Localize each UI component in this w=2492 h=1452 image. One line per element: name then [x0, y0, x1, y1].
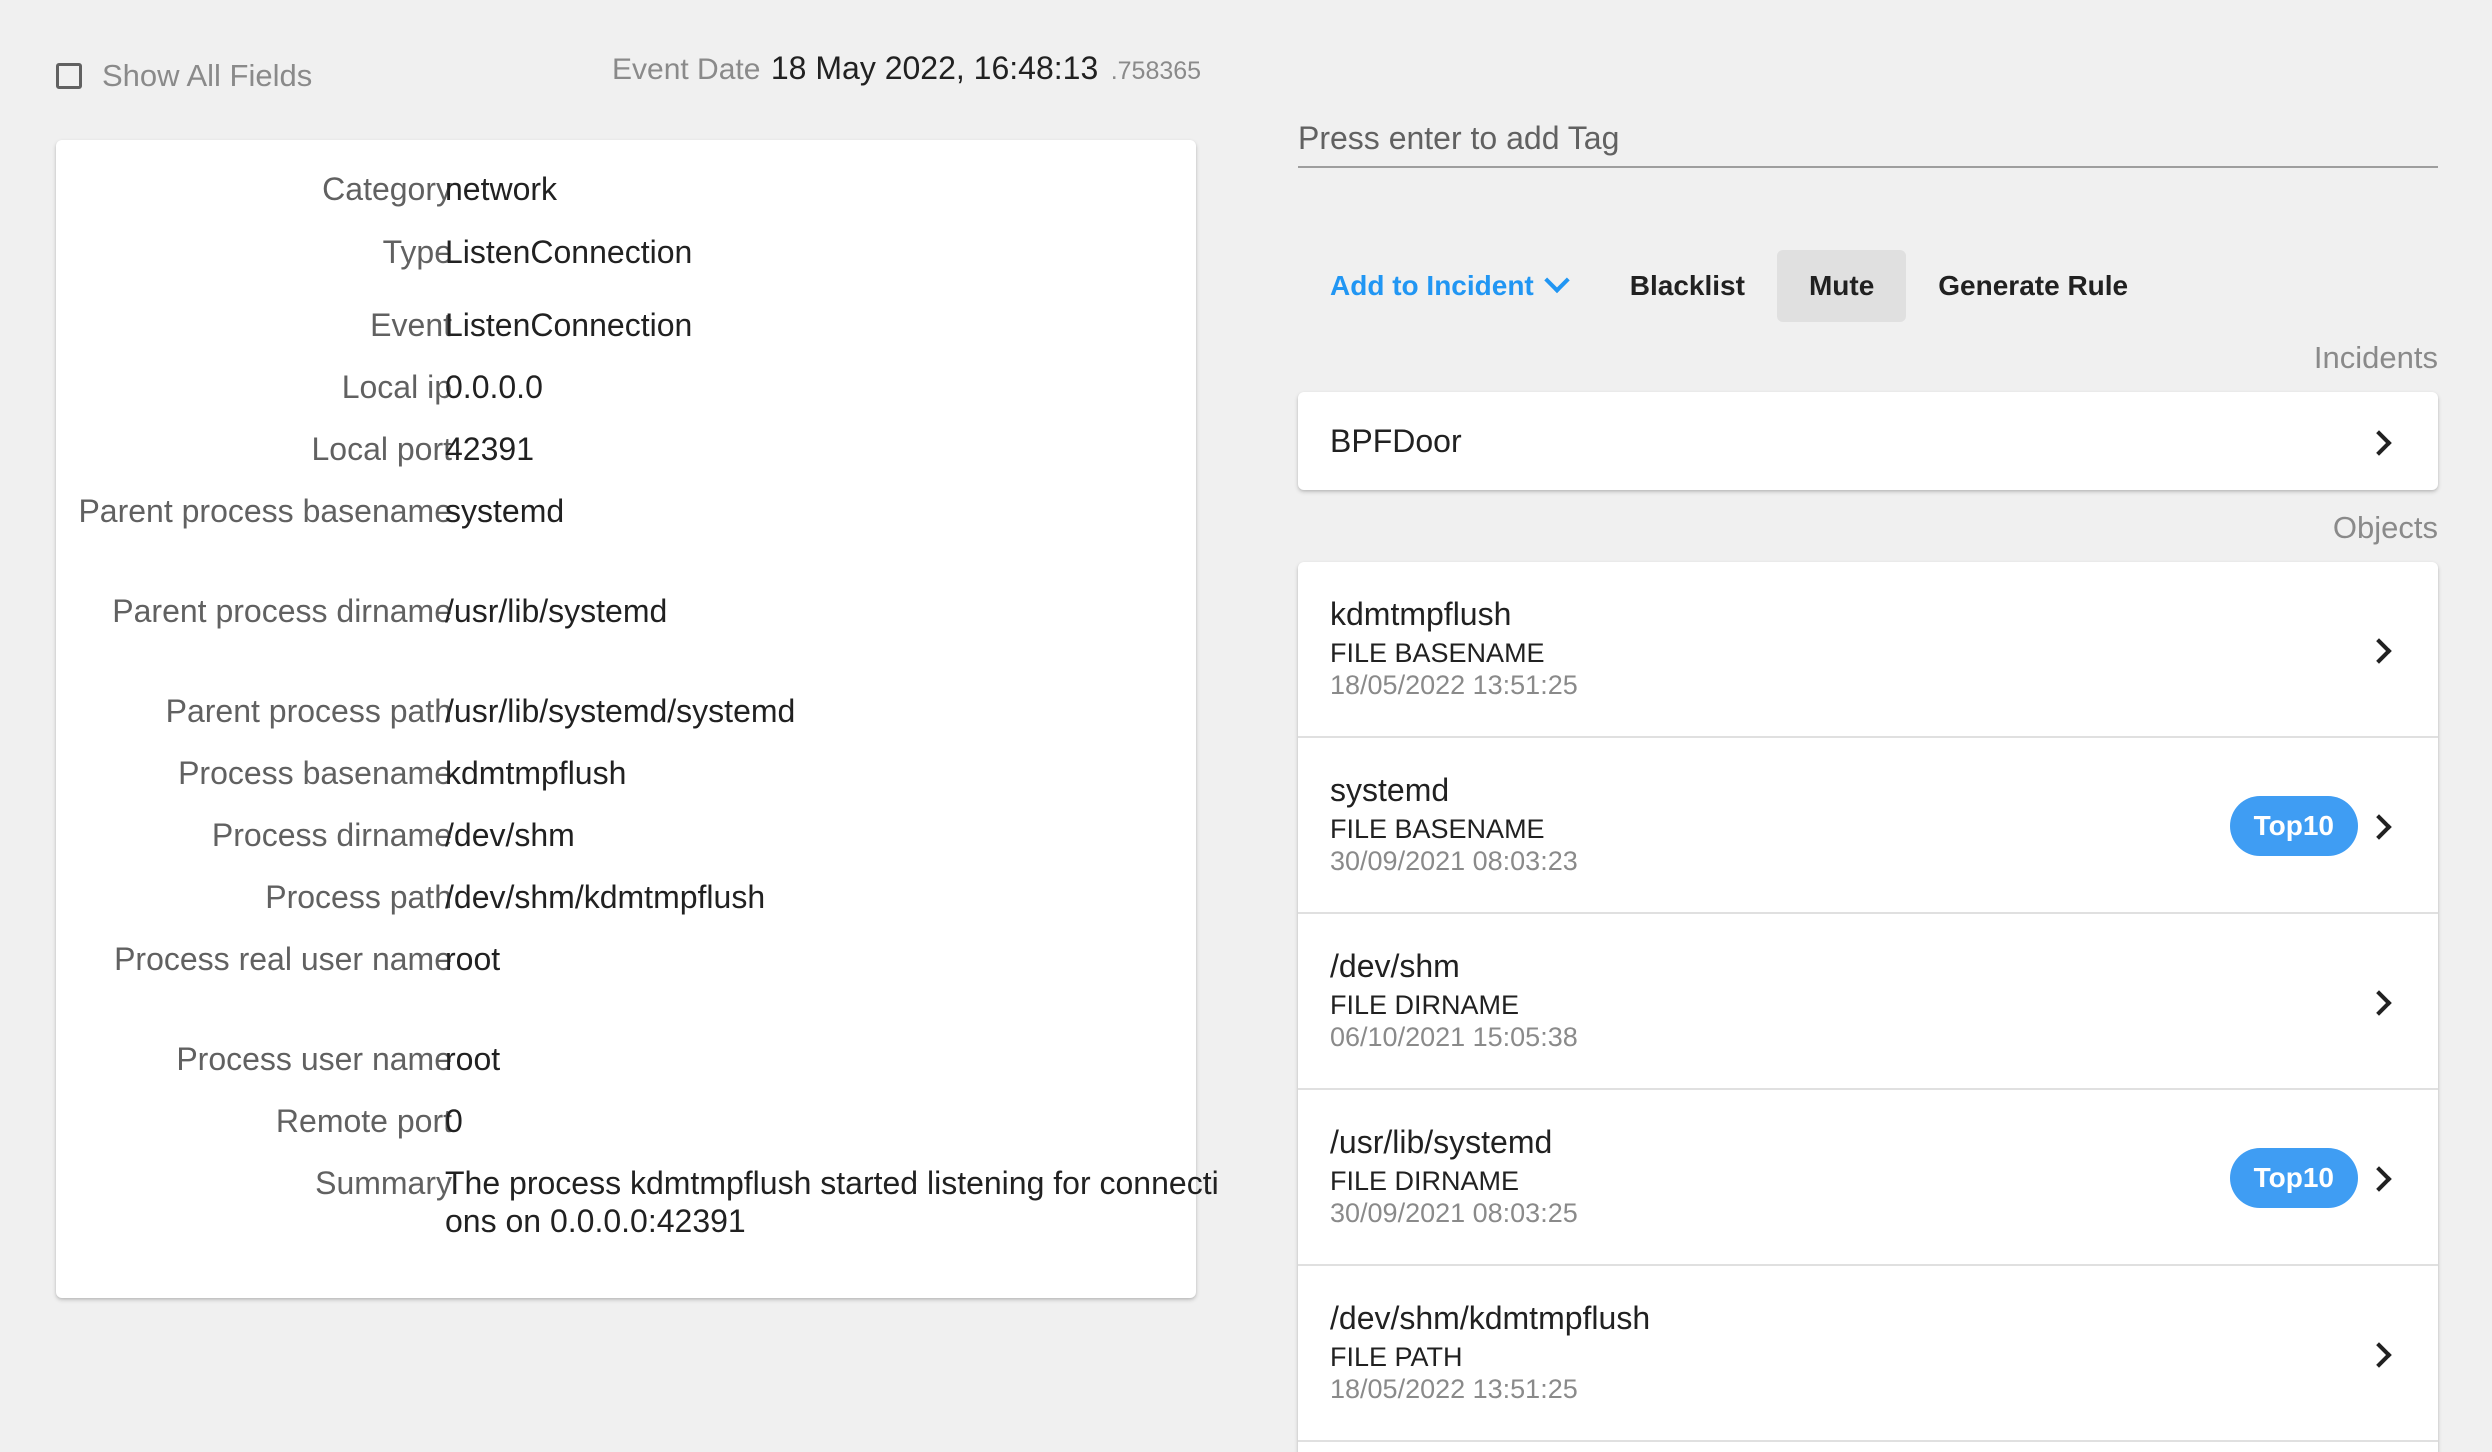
field-label: Parent process basename [78, 493, 452, 529]
add-to-incident-button[interactable]: Add to Incident [1298, 250, 1598, 322]
field-label: Process path [265, 879, 452, 915]
field-value: /usr/lib/systemd [445, 593, 668, 629]
field-value: /dev/shm [445, 817, 575, 853]
top10-badge: Top10 [2229, 1148, 2358, 1208]
field-value: /dev/shm/kdmtmpflush [445, 879, 766, 915]
event-fields-card: Category network Type ListenConnection E… [56, 140, 1219, 1298]
field-value: network [445, 171, 558, 207]
show-all-fields-toggle[interactable]: Show All Fields [56, 58, 312, 94]
object-date: 18/05/2022 13:51:25 [1330, 1374, 1578, 1404]
event-details-page: Show All Fields Event Date 18 May 2022, … [0, 0, 2492, 1452]
incident-item[interactable]: BPFDoor [1298, 392, 2438, 490]
chevron-right-icon [2366, 814, 2392, 840]
objects-section-title: Objects [2332, 510, 2438, 545]
add-tag-input[interactable] [1298, 110, 2438, 168]
object-name: /dev/shm [1330, 948, 1460, 984]
chevron-right-icon [2366, 1342, 2392, 1368]
top10-badge: Top10 [2229, 796, 2358, 856]
field-value: ListenConnection [445, 234, 693, 270]
show-all-fields-checkbox[interactable] [56, 63, 82, 89]
object-date: 06/10/2021 15:05:38 [1330, 1022, 1578, 1052]
object-date: 30/09/2021 08:03:23 [1330, 846, 1578, 876]
field-value: 42391 [445, 431, 534, 467]
field-value: systemd [445, 493, 565, 529]
object-type: FILE BASENAME [1330, 638, 1545, 668]
object-item[interactable]: systemd FILE BASENAME 30/09/2021 08:03:2… [1298, 738, 2438, 914]
event-date-label: Event Date [612, 53, 761, 86]
show-all-fields-label: Show All Fields [102, 58, 313, 93]
object-item[interactable]: /dev/shm/kdmtmpflush FILE PATH 18/05/202… [1298, 1266, 2438, 1442]
incidents-section-title: Incidents [2313, 340, 2438, 375]
objects-list: kdmtmpflush FILE BASENAME 18/05/2022 13:… [1298, 562, 2438, 1452]
field-label: Event [370, 307, 452, 343]
field-value: The process kdmtmpflush started listenin… [445, 1165, 1219, 1239]
field-label: Local ip [341, 369, 452, 405]
chevron-right-icon [2366, 430, 2392, 456]
field-label: Summary [315, 1165, 452, 1201]
object-date: 30/09/2021 08:03:25 [1330, 1198, 1578, 1228]
add-to-incident-label: Add to Incident [1330, 270, 1534, 301]
chevron-right-icon [2366, 990, 2392, 1016]
event-date-fraction: .758365 [1110, 57, 1202, 85]
field-label: Process user name [176, 1041, 452, 1077]
object-date: 18/05/2022 13:51:25 [1330, 670, 1578, 700]
field-value: root [445, 1041, 501, 1077]
field-label: Process basename [178, 755, 452, 791]
chevron-down-icon [1544, 267, 1570, 294]
generate-rule-button[interactable]: Generate Rule [1906, 250, 2160, 322]
field-label: Type [382, 234, 452, 270]
field-label: Remote port [275, 1103, 452, 1139]
field-value: 0.0.0.0 [445, 369, 543, 405]
object-type: FILE BASENAME [1330, 814, 1545, 844]
object-name: /usr/lib/systemd [1330, 1124, 1553, 1160]
field-label: Parent process dirname [112, 593, 452, 629]
event-date-value: 18 May 2022, 16:48:13 [770, 50, 1099, 86]
field-label: Category [322, 171, 452, 207]
object-name: /dev/shm/kdmtmpflush [1330, 1300, 1651, 1336]
incidents-list: BPFDoor [1298, 392, 2438, 490]
object-name: systemd [1330, 772, 1450, 808]
blacklist-button[interactable]: Blacklist [1598, 250, 1777, 322]
mute-button[interactable]: Mute [1776, 250, 1907, 322]
object-item[interactable]: kdmtmpflush FILE BASENAME 18/05/2022 13:… [1298, 562, 2438, 738]
object-type: FILE DIRNAME [1330, 990, 1520, 1020]
field-label: Parent process path [165, 693, 452, 729]
object-name: kdmtmpflush [1330, 596, 1512, 632]
field-value: 0 [445, 1103, 463, 1139]
field-label: Process dirname [211, 817, 452, 853]
field-value: root [445, 941, 501, 977]
field-value: ListenConnection [445, 307, 693, 343]
field-label: Process real user name [114, 941, 452, 977]
chevron-right-icon [2366, 638, 2392, 664]
event-date: Event Date 18 May 2022, 16:48:13 .758365 [612, 50, 1201, 87]
field-value: kdmtmpflush [445, 755, 627, 791]
chevron-right-icon [2366, 1166, 2392, 1192]
object-type: FILE DIRNAME [1330, 1166, 1520, 1196]
object-item[interactable]: /usr/lib/systemd FILE DIRNAME 30/09/2021… [1298, 1090, 2438, 1266]
field-label: Local port [311, 431, 452, 467]
incident-name: BPFDoor [1330, 422, 1462, 459]
object-item[interactable]: /dev/shm FILE DIRNAME 06/10/2021 15:05:3… [1298, 914, 2438, 1090]
object-type: FILE PATH [1330, 1342, 1463, 1372]
field-value: /usr/lib/systemd/systemd [445, 693, 796, 729]
action-toolbar: Add to Incident Blacklist Mute Generate … [1298, 250, 2160, 322]
